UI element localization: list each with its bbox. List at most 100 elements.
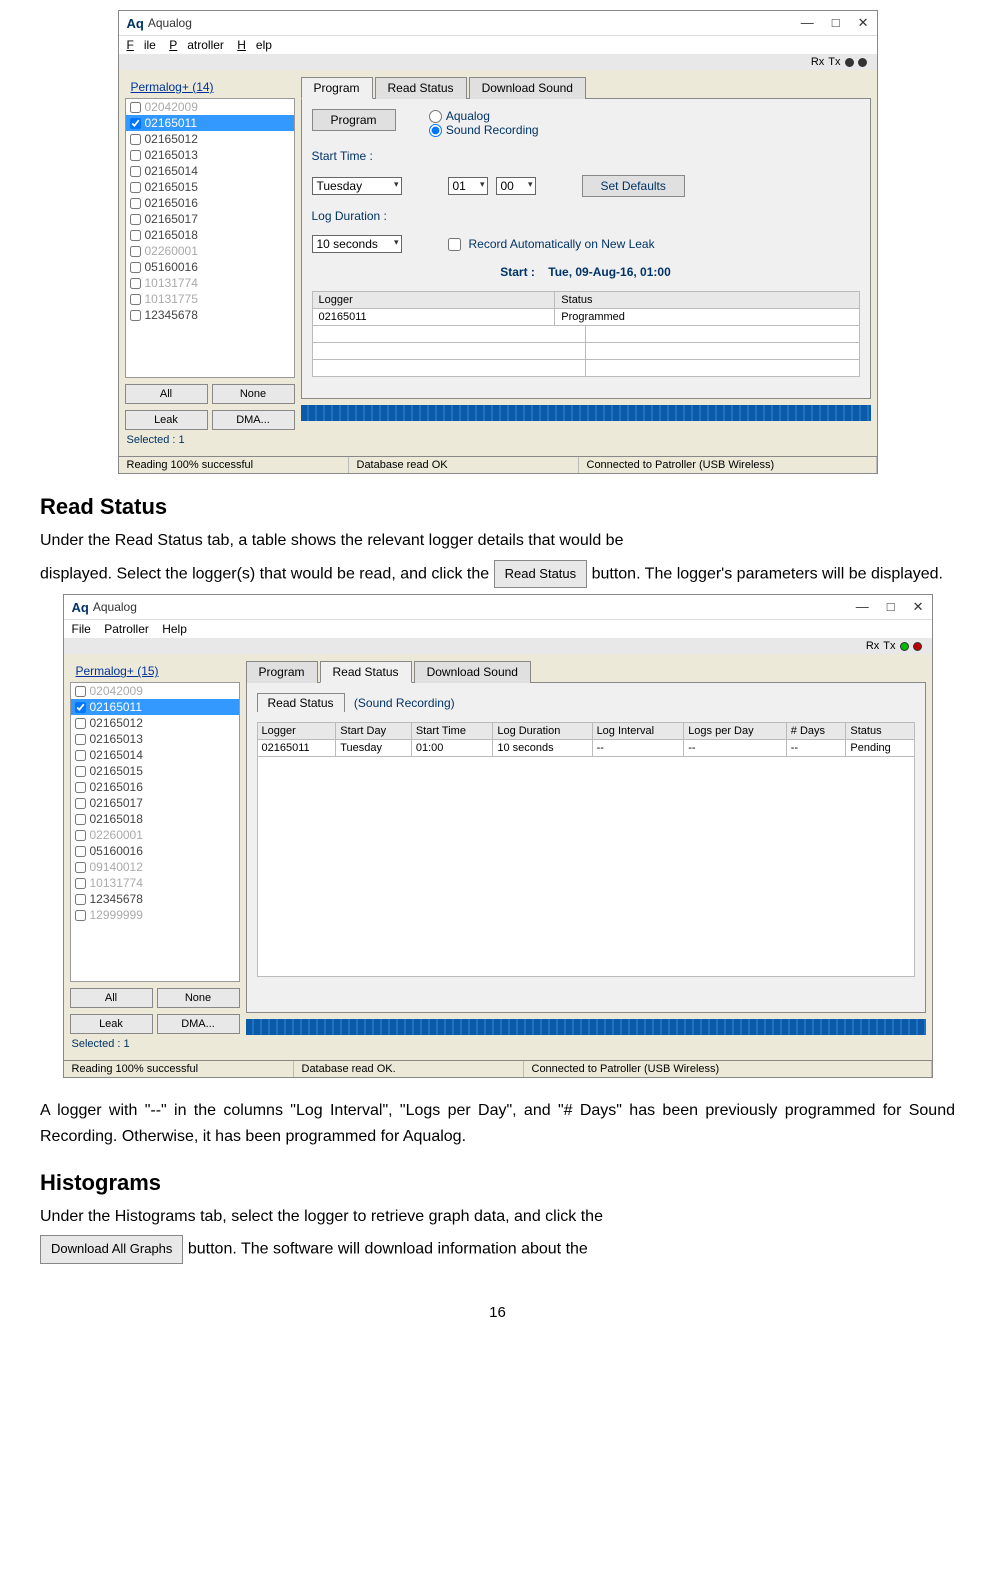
logger-checkbox[interactable] bbox=[75, 750, 86, 761]
logger-checkbox[interactable] bbox=[130, 166, 141, 177]
hour-dropdown[interactable]: 01 bbox=[448, 177, 488, 195]
logger-item[interactable]: 02260001 bbox=[126, 243, 294, 259]
all-button[interactable]: All bbox=[125, 384, 208, 404]
logger-checkbox[interactable] bbox=[75, 814, 86, 825]
logger-item[interactable]: 02165017 bbox=[126, 211, 294, 227]
logger-checkbox[interactable] bbox=[75, 830, 86, 841]
menu-help[interactable]: Help bbox=[162, 622, 187, 636]
logger-item[interactable]: 12345678 bbox=[126, 307, 294, 323]
program-button[interactable]: Program bbox=[312, 109, 396, 131]
logger-item[interactable]: 02165018 bbox=[126, 227, 294, 243]
logger-checkbox[interactable] bbox=[130, 246, 141, 257]
menu-file[interactable]: File bbox=[127, 38, 156, 52]
logger-item[interactable]: 02165012 bbox=[71, 715, 239, 731]
logger-checkbox[interactable] bbox=[130, 182, 141, 193]
logger-checkbox[interactable] bbox=[130, 262, 141, 273]
logger-checkbox[interactable] bbox=[75, 798, 86, 809]
logger-item[interactable]: 02042009 bbox=[71, 683, 239, 699]
logger-checkbox[interactable] bbox=[75, 766, 86, 777]
logger-item[interactable]: 09140012 bbox=[71, 859, 239, 875]
logger-checkbox[interactable] bbox=[130, 118, 141, 129]
logger-item[interactable]: 10131774 bbox=[126, 275, 294, 291]
logger-checkbox[interactable] bbox=[75, 878, 86, 889]
radio-sound-recording[interactable] bbox=[429, 124, 442, 137]
logger-checkbox[interactable] bbox=[75, 686, 86, 697]
logger-checkbox[interactable] bbox=[130, 198, 141, 209]
tab-read-status[interactable]: Read Status bbox=[375, 77, 467, 99]
leak-button[interactable]: Leak bbox=[70, 1014, 153, 1034]
logger-item[interactable]: 12999999 bbox=[71, 907, 239, 923]
minute-dropdown[interactable]: 00 bbox=[496, 177, 536, 195]
menu-patroller[interactable]: Patroller bbox=[104, 622, 149, 636]
logger-checkbox[interactable] bbox=[130, 310, 141, 321]
close-icon[interactable]: ✕ bbox=[913, 599, 924, 615]
tab-read-status[interactable]: Read Status bbox=[320, 661, 412, 683]
radio-aqualog[interactable] bbox=[429, 110, 442, 123]
logger-checkbox[interactable] bbox=[75, 894, 86, 905]
set-defaults-button[interactable]: Set Defaults bbox=[582, 175, 685, 197]
logger-item[interactable]: 02165011 bbox=[126, 115, 294, 131]
logger-item[interactable]: 02165012 bbox=[126, 131, 294, 147]
duration-dropdown[interactable]: 10 seconds bbox=[312, 235, 402, 253]
dma-button[interactable]: DMA... bbox=[157, 1014, 240, 1034]
tab-download-sound[interactable]: Download Sound bbox=[414, 661, 531, 683]
logger-item[interactable]: 02165013 bbox=[126, 147, 294, 163]
leak-button[interactable]: Leak bbox=[125, 410, 208, 430]
logger-checkbox[interactable] bbox=[75, 718, 86, 729]
logger-item[interactable]: 02042009 bbox=[126, 99, 294, 115]
menu-help[interactable]: Help bbox=[237, 38, 272, 52]
menu-file[interactable]: File bbox=[72, 622, 91, 636]
logger-item[interactable]: 02165017 bbox=[71, 795, 239, 811]
logger-item[interactable]: 02165016 bbox=[126, 195, 294, 211]
logger-checkbox[interactable] bbox=[130, 150, 141, 161]
logger-item[interactable]: 12345678 bbox=[71, 891, 239, 907]
none-button[interactable]: None bbox=[157, 988, 240, 1008]
logger-list[interactable]: 0204200902165011021650120216501302165014… bbox=[70, 682, 240, 982]
none-button[interactable]: None bbox=[212, 384, 295, 404]
logger-checkbox[interactable] bbox=[75, 910, 86, 921]
logger-item[interactable]: 02165011 bbox=[71, 699, 239, 715]
logger-checkbox[interactable] bbox=[75, 702, 86, 713]
logger-checkbox[interactable] bbox=[75, 862, 86, 873]
logger-item[interactable]: 02165015 bbox=[71, 763, 239, 779]
minimize-icon[interactable]: — bbox=[856, 599, 869, 615]
menu-patroller[interactable]: Patroller bbox=[169, 38, 224, 52]
minimize-icon[interactable]: — bbox=[801, 15, 814, 31]
close-icon[interactable]: ✕ bbox=[858, 15, 869, 31]
logger-item[interactable]: 02165016 bbox=[71, 779, 239, 795]
day-dropdown[interactable]: Tuesday bbox=[312, 177, 402, 195]
logger-item[interactable]: 02165015 bbox=[126, 179, 294, 195]
tab-program[interactable]: Program bbox=[301, 77, 373, 99]
logger-item[interactable]: 10131774 bbox=[71, 875, 239, 891]
logger-checkbox[interactable] bbox=[130, 278, 141, 289]
logger-item[interactable]: 02165014 bbox=[71, 747, 239, 763]
download-all-graphs-button[interactable]: Download All Graphs bbox=[40, 1235, 183, 1264]
logger-checkbox[interactable] bbox=[130, 230, 141, 241]
tab-download-sound[interactable]: Download Sound bbox=[469, 77, 586, 99]
logger-checkbox[interactable] bbox=[130, 134, 141, 145]
logger-item[interactable]: 02165014 bbox=[126, 163, 294, 179]
tab-program[interactable]: Program bbox=[246, 661, 318, 683]
logger-item[interactable]: 05160016 bbox=[126, 259, 294, 275]
logger-item[interactable]: 10131775 bbox=[126, 291, 294, 307]
logger-item[interactable]: 02165018 bbox=[71, 811, 239, 827]
logger-checkbox[interactable] bbox=[75, 734, 86, 745]
maximize-icon[interactable]: □ bbox=[832, 15, 840, 31]
sub-tab-read-status[interactable]: Read Status bbox=[257, 693, 345, 712]
logger-checkbox[interactable] bbox=[75, 846, 86, 857]
logger-item[interactable]: 05160016 bbox=[71, 843, 239, 859]
logger-item[interactable]: 02260001 bbox=[71, 827, 239, 843]
all-button[interactable]: All bbox=[70, 988, 153, 1008]
logger-item[interactable]: 02165013 bbox=[71, 731, 239, 747]
dma-button[interactable]: DMA... bbox=[212, 410, 295, 430]
logger-checkbox[interactable] bbox=[75, 782, 86, 793]
read-status-button-inline[interactable]: Read Status bbox=[494, 560, 588, 589]
permalog-link[interactable]: Permalog+ (15) bbox=[70, 660, 240, 682]
permalog-link[interactable]: Permalog+ (14) bbox=[125, 76, 295, 98]
logger-checkbox[interactable] bbox=[130, 102, 141, 113]
maximize-icon[interactable]: □ bbox=[887, 599, 895, 615]
logger-list[interactable]: 0204200902165011021650120216501302165014… bbox=[125, 98, 295, 378]
record-auto-checkbox[interactable] bbox=[448, 238, 461, 251]
logger-checkbox[interactable] bbox=[130, 294, 141, 305]
logger-checkbox[interactable] bbox=[130, 214, 141, 225]
